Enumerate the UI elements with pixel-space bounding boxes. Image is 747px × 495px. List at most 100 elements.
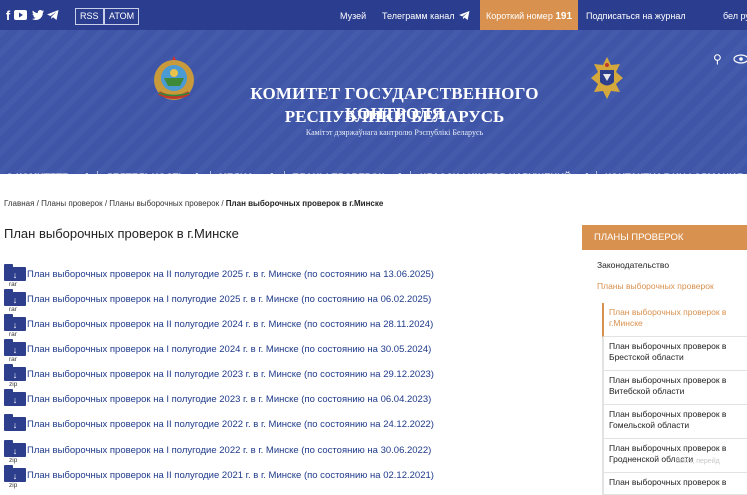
telegram-icon [459, 11, 470, 20]
download-arrow-icon: ↓ [12, 270, 18, 280]
nav-contacts[interactable]: КОНТАКТНАЯ ИНФОРМАЦИЯ [605, 160, 743, 174]
nav-about[interactable]: О КОМИТЕТЕ [6, 160, 68, 174]
nav-divider [210, 171, 211, 174]
document-row[interactable]: ↓ План выборочных проверок на I полугодие… [4, 389, 574, 416]
telegram-icon[interactable] [47, 6, 59, 24]
eye-icon[interactable] [733, 54, 747, 64]
document-row[interactable]: ↓ zip План выборочных проверок на I полуго… [4, 440, 574, 467]
folder-icon[interactable]: ↓ [4, 314, 26, 331]
committee-emblem-icon [591, 57, 623, 99]
download-arrow-icon: ↓ [12, 320, 18, 330]
sidebar-subitem-grodno[interactable]: План выборочных проверок в Гродненской о… [602, 439, 747, 473]
telegram-channel-link[interactable]: Телеграмм канал [382, 0, 470, 30]
document-row[interactable]: ↓ rar План выборочных проверок на I полуго… [4, 289, 574, 316]
folder-icon[interactable]: ↓ [4, 264, 26, 281]
breadcrumb-inspection-plans[interactable]: Планы проверок [41, 199, 103, 208]
sidebar-subitem-gomel[interactable]: План выборочных проверок в Гомельской об… [602, 405, 747, 439]
chevron-down-icon[interactable]: ✔ [80, 160, 89, 174]
belarus-emblem-icon[interactable] [150, 55, 198, 103]
document-row[interactable]: ↓ План выборочных проверок на II полугоди… [4, 414, 574, 441]
document-row[interactable]: ↓ rar План выборочных проверок на II полуг… [4, 264, 574, 291]
sidebar-item-legislation[interactable]: Законодательство [597, 260, 669, 270]
file-extension: zip [9, 457, 18, 464]
document-link[interactable]: План выборочных проверок на II полугодие… [27, 269, 434, 280]
download-arrow-icon: ↓ [12, 471, 18, 481]
sidebar: ПЛАНЫ ПРОВЕРОК Законодательство Планы вы… [582, 225, 747, 495]
download-arrow-icon: ↓ [12, 420, 18, 430]
nav-divider [97, 171, 98, 174]
page-title: План выборочных проверок в г.Минске [4, 226, 239, 241]
document-row[interactable]: ↓ zip План выборочных проверок на II полуг… [4, 364, 574, 391]
nav-violations-classifier[interactable]: КЛАССИФИКАТОР НАРУШЕНИЙ [420, 160, 571, 174]
chevron-down-icon[interactable]: ✔ [190, 160, 199, 174]
atom-button[interactable]: ATOM [104, 8, 140, 25]
file-extension: rar [9, 281, 17, 288]
sidebar-subitem-vitebsk[interactable]: План выборочных проверок в Витебской обл… [602, 371, 747, 405]
file-extension: zip [9, 381, 18, 388]
document-row[interactable]: ↓ rar План выборочных проверок на I полуго… [4, 339, 574, 366]
nav-activity[interactable]: ДЕЯТЕЛЬНОСТЬ [106, 160, 185, 174]
rss-button[interactable]: RSS [75, 8, 104, 25]
nav-media[interactable]: МЕДИА [219, 160, 254, 174]
document-link[interactable]: План выборочных проверок на II полугодие… [27, 369, 434, 380]
download-arrow-icon: ↓ [12, 446, 18, 456]
chevron-down-icon[interactable]: ✔ [265, 160, 274, 174]
language-switcher[interactable]: бел ру [723, 0, 747, 30]
sidebar-heading: ПЛАНЫ ПРОВЕРОК [582, 225, 747, 250]
document-link[interactable]: План выборочных проверок на II полугодие… [27, 470, 434, 481]
folder-icon[interactable]: ↓ [4, 440, 26, 457]
main-nav: О КОМИТЕТЕ ✔ ДЕЯТЕЛЬНОСТЬ ✔ МЕДИА ✔ ПЛАН… [0, 160, 747, 174]
short-number-value: 191 [555, 11, 573, 22]
folder-icon[interactable]: ↓ [4, 289, 26, 306]
museum-link[interactable]: Музей [340, 0, 366, 30]
document-link[interactable]: План выборочных проверок на II полугодие… [27, 319, 433, 330]
document-row[interactable]: ↓ rar План выборочных проверок на II полуг… [4, 314, 574, 341]
nav-inspection-plans[interactable]: ПЛАНЫ ПРОВЕРОК [292, 160, 384, 174]
download-arrow-icon: ↓ [12, 345, 18, 355]
document-row[interactable]: ↓ zip План выборочных проверок на II полуг… [4, 465, 574, 492]
download-arrow-icon: ↓ [12, 395, 18, 405]
file-extension: rar [9, 331, 17, 338]
top-bar: f RSS ATOM Музей Телеграмм канал Коротки… [0, 0, 747, 30]
breadcrumb-separator: / [219, 199, 226, 208]
chevron-down-icon[interactable]: ✔ [580, 160, 589, 174]
document-link[interactable]: План выборочных проверок на II полугодие… [27, 419, 434, 430]
sidebar-subitem-next[interactable]: План выборочных проверок в [602, 473, 747, 495]
nav-divider [284, 171, 285, 174]
site-subtitle: Камітэт дзяржаўнага кантролю Рэспублікі … [305, 128, 484, 137]
download-arrow-icon: ↓ [12, 295, 18, 305]
sidebar-item-selective-plans[interactable]: Планы выборочных проверок [597, 281, 714, 291]
chevron-down-icon[interactable]: ✔ [393, 160, 402, 174]
breadcrumb-current: План выборочных проверок в г.Минске [225, 199, 384, 208]
document-link[interactable]: План выборочных проверок на I полугодие … [27, 344, 431, 355]
nav-divider [596, 171, 597, 174]
activation-watermark: dows, перейд [676, 458, 720, 465]
file-extension: zip [9, 482, 18, 489]
breadcrumb: Главная / Планы проверок / Планы выбороч… [4, 199, 383, 208]
folder-icon[interactable]: ↓ [4, 414, 26, 431]
youtube-icon[interactable] [14, 6, 27, 24]
file-extension: rar [9, 306, 17, 313]
folder-icon[interactable]: ↓ [4, 339, 26, 356]
folder-icon[interactable]: ↓ [4, 389, 26, 406]
twitter-icon[interactable] [31, 6, 44, 24]
subscribe-journal-link[interactable]: Подписаться на журнал [586, 0, 686, 30]
site-header: КОМИТЕТ ГОСУДАРСТВЕННОГО КОНТРОЛЯ РЕСПУБ… [0, 30, 747, 174]
breadcrumb-home[interactable]: Главная [4, 199, 34, 208]
document-link[interactable]: План выборочных проверок на I полугодие … [27, 445, 431, 456]
search-icon[interactable]: ⚲ [713, 52, 722, 66]
sidebar-subitem-minsk[interactable]: План выборочных проверок в г.Минске [602, 303, 747, 337]
short-number-label: Короткий номер [485, 11, 553, 21]
document-link[interactable]: План выборочных проверок на I полугодие … [27, 294, 431, 305]
sidebar-subitem-brest[interactable]: План выборочных проверок в Брестской обл… [602, 337, 747, 371]
document-link[interactable]: План выборочных проверок на I полугодие … [27, 394, 431, 405]
file-extension: rar [9, 356, 17, 363]
download-arrow-icon: ↓ [12, 370, 18, 380]
nav-divider [410, 171, 411, 174]
short-number-button[interactable]: Короткий номер 191 [480, 0, 578, 30]
folder-icon[interactable]: ↓ [4, 465, 26, 482]
folder-icon[interactable]: ↓ [4, 364, 26, 381]
site-title-line2: РЕСПУБЛИКИ БЕЛАРУСЬ [284, 107, 505, 126]
breadcrumb-selective-plans[interactable]: Планы выборочных проверок [109, 199, 219, 208]
facebook-icon[interactable]: f [3, 6, 13, 24]
